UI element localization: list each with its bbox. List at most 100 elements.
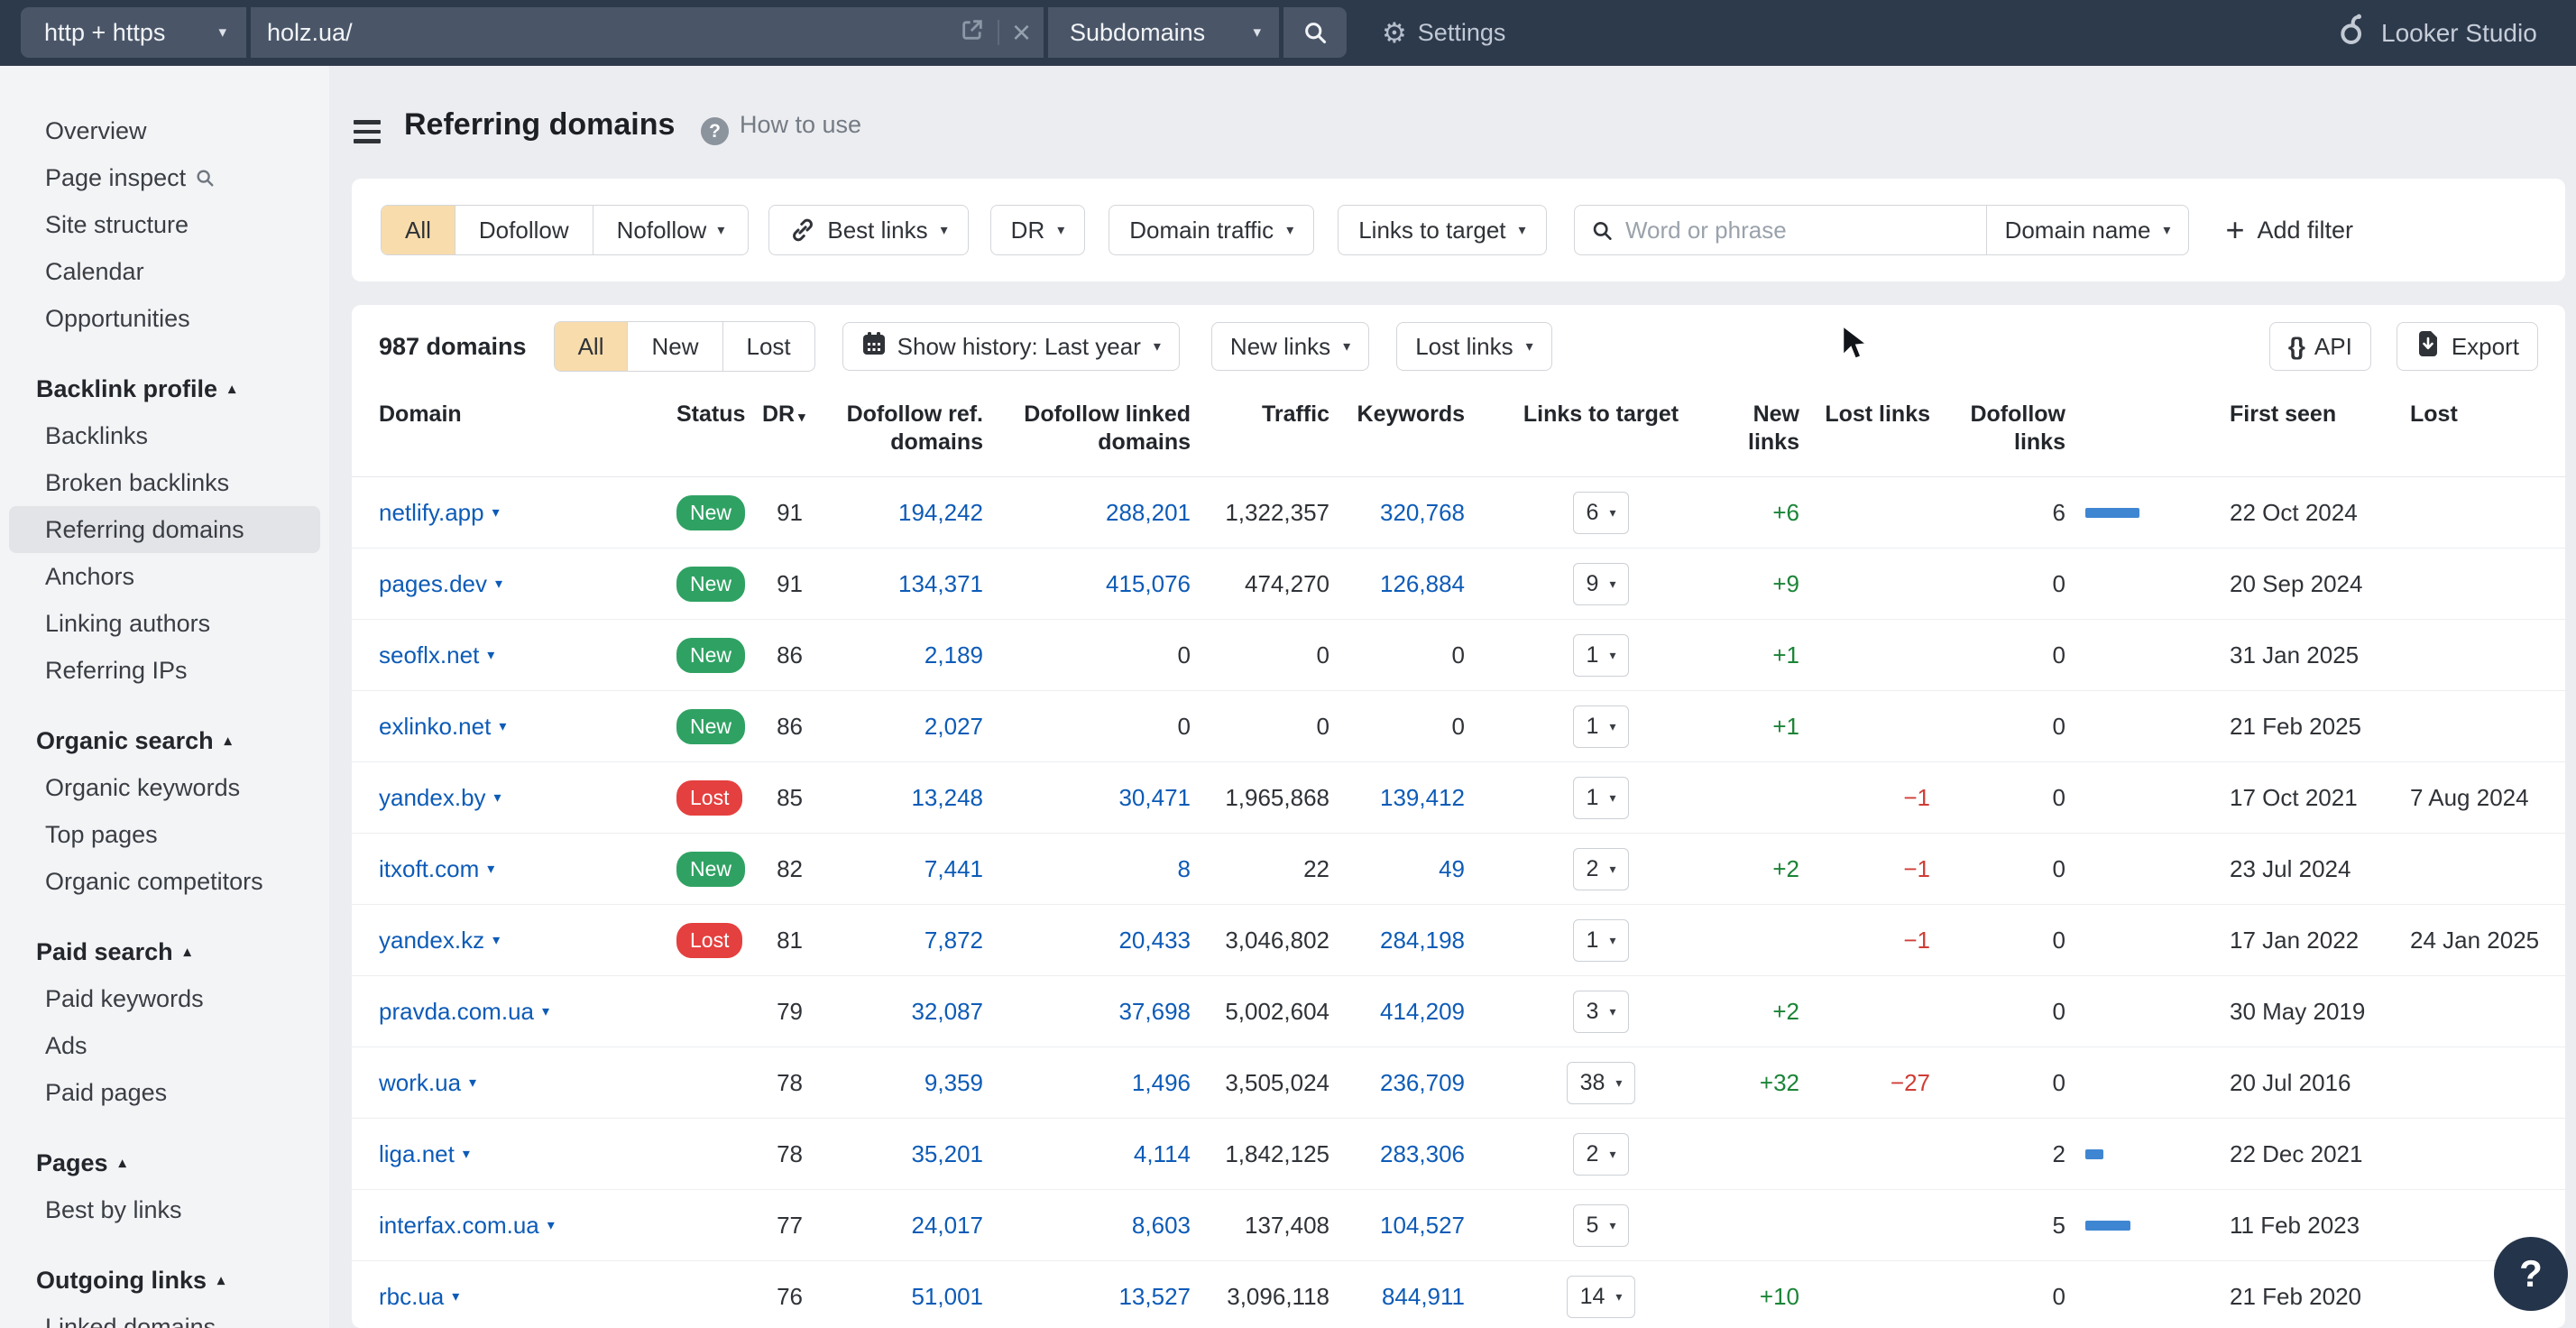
new-links-value[interactable]: +2 <box>1772 998 1799 1025</box>
metric-link[interactable]: 2,027 <box>925 713 983 740</box>
metric-link[interactable]: 32,087 <box>911 998 983 1025</box>
metric-link[interactable]: 49 <box>1439 855 1465 882</box>
sidebar-item-linked-domains[interactable]: Linked domains <box>9 1304 320 1328</box>
search-mode-dropdown[interactable]: Domain name ▾ <box>1986 206 2189 254</box>
sidebar-item-ads[interactable]: Ads <box>9 1022 320 1069</box>
sidebar-item-anchors[interactable]: Anchors <box>9 553 320 600</box>
chevron-down-icon[interactable]: ▾ <box>469 1074 476 1092</box>
chevron-down-icon[interactable]: ▾ <box>492 931 500 949</box>
new-links-value[interactable]: +32 <box>1760 1069 1799 1096</box>
column-header-dr[interactable]: DR▾ <box>762 401 816 431</box>
chevron-down-icon[interactable]: ▾ <box>487 646 494 664</box>
new-links-value[interactable]: +9 <box>1772 570 1799 597</box>
metric-link[interactable]: 4,114 <box>1134 1140 1191 1167</box>
sidebar-item-overview[interactable]: Overview <box>9 107 320 154</box>
target-url-input[interactable]: holz.ua/ × <box>251 7 1044 58</box>
metric-link[interactable]: 139,412 <box>1380 784 1465 811</box>
column-header-dofollow-links[interactable]: Dofollowlinks <box>1948 401 2219 456</box>
column-header-lost-links[interactable]: Lost links <box>1822 401 1948 429</box>
sidebar-item-calendar[interactable]: Calendar <box>9 248 320 295</box>
domain-link[interactable]: yandex.by <box>379 784 486 812</box>
metric-link[interactable]: 236,709 <box>1380 1069 1465 1096</box>
sidebar-item-backlinks[interactable]: Backlinks <box>9 412 320 459</box>
sidebar-item-referring-domains[interactable]: Referring domains <box>9 506 320 553</box>
scope-dropdown[interactable]: Subdomains ▾ <box>1048 7 1279 58</box>
column-header-links-to-target[interactable]: Links to target <box>1470 401 1732 429</box>
metric-link[interactable]: 35,201 <box>911 1140 983 1167</box>
domain-link[interactable]: liga.net <box>379 1140 455 1168</box>
sidebar-item-best-by-links[interactable]: Best by links <box>9 1186 320 1233</box>
links-to-target-filter-button[interactable]: Links to target ▾ <box>1338 205 1546 255</box>
metric-link[interactable]: 9,359 <box>925 1069 983 1096</box>
sidebar-item-paid-pages[interactable]: Paid pages <box>9 1069 320 1116</box>
dr-filter-button[interactable]: DR ▾ <box>990 205 1086 255</box>
open-external-icon[interactable] <box>960 17 985 49</box>
lost-links-dropdown[interactable]: Lost links ▾ <box>1396 322 1551 371</box>
domain-link[interactable]: pravda.com.ua <box>379 998 534 1026</box>
metric-link[interactable]: 13,527 <box>1118 1283 1191 1310</box>
new-links-dropdown[interactable]: New links ▾ <box>1211 322 1369 371</box>
add-filter-button[interactable]: + Add filter <box>2218 205 2360 255</box>
column-header-keywords[interactable]: Keywords <box>1335 401 1470 429</box>
metric-link[interactable]: 284,198 <box>1380 927 1465 954</box>
metric-link[interactable]: 415,076 <box>1106 570 1191 597</box>
column-header-dofollow-ref-domains[interactable]: Dofollow ref.domains <box>816 401 997 456</box>
menu-icon[interactable] <box>354 120 381 149</box>
sidebar-item-top-pages[interactable]: Top pages <box>9 811 320 858</box>
metric-link[interactable]: 126,884 <box>1380 570 1465 597</box>
links-to-target-dropdown[interactable]: 3▾ <box>1573 991 1630 1033</box>
metric-link[interactable]: 13,248 <box>911 784 983 811</box>
protocol-mode-dropdown[interactable]: http + https ▾ <box>21 7 246 58</box>
new-links-value[interactable]: +10 <box>1760 1283 1799 1310</box>
metric-link[interactable]: 844,911 <box>1382 1283 1465 1310</box>
metric-link[interactable]: 283,306 <box>1380 1140 1465 1167</box>
clear-input-icon[interactable]: × <box>1012 16 1031 49</box>
metric-link[interactable]: 30,471 <box>1118 784 1191 811</box>
metric-link[interactable]: 7,441 <box>925 855 983 882</box>
status-segment-all[interactable]: All <box>555 322 628 371</box>
chevron-down-icon[interactable]: ▾ <box>495 575 502 593</box>
sidebar-item-opportunities[interactable]: Opportunities <box>9 295 320 342</box>
chevron-down-icon[interactable]: ▾ <box>452 1287 459 1305</box>
links-to-target-dropdown[interactable]: 14▾ <box>1567 1276 1636 1318</box>
column-header-traffic[interactable]: Traffic <box>1200 401 1335 429</box>
metric-link[interactable]: 194,242 <box>898 499 983 526</box>
links-to-target-dropdown[interactable]: 9▾ <box>1573 563 1630 605</box>
best-links-filter-button[interactable]: Best links ▾ <box>768 205 968 255</box>
sidebar-item-site-structure[interactable]: Site structure <box>9 201 320 248</box>
lost-links-value[interactable]: −1 <box>1903 784 1930 811</box>
column-header-first-seen[interactable]: First seen <box>2219 401 2408 429</box>
links-to-target-dropdown[interactable]: 1▾ <box>1573 777 1630 819</box>
domain-link[interactable]: exlinko.net <box>379 713 491 741</box>
chevron-down-icon[interactable]: ▾ <box>547 1216 555 1234</box>
links-to-target-dropdown[interactable]: 5▾ <box>1573 1204 1630 1247</box>
chevron-down-icon[interactable]: ▾ <box>494 788 501 807</box>
metric-link[interactable]: 414,209 <box>1380 998 1465 1025</box>
metric-link[interactable]: 24,017 <box>911 1212 983 1239</box>
filter-segment-dofollow[interactable]: Dofollow <box>455 206 593 254</box>
metric-link[interactable]: 8 <box>1178 855 1191 882</box>
chevron-down-icon[interactable]: ▾ <box>542 1002 549 1020</box>
chevron-down-icon[interactable]: ▾ <box>487 860 494 878</box>
domain-link[interactable]: itxoft.com <box>379 855 479 883</box>
sidebar-item-organic-competitors[interactable]: Organic competitors <box>9 858 320 905</box>
sidebar-item-organic-keywords[interactable]: Organic keywords <box>9 764 320 811</box>
lost-links-value[interactable]: −1 <box>1903 927 1930 954</box>
sidebar-item-broken-backlinks[interactable]: Broken backlinks <box>9 459 320 506</box>
domain-link[interactable]: pages.dev <box>379 570 487 598</box>
chevron-down-icon[interactable]: ▾ <box>499 717 506 735</box>
metric-link[interactable]: 20,433 <box>1118 927 1191 954</box>
domain-link[interactable]: netlify.app <box>379 499 484 527</box>
metric-link[interactable]: 104,527 <box>1380 1212 1465 1239</box>
word-search-field[interactable] <box>1575 206 1986 254</box>
metric-link[interactable]: 37,698 <box>1118 998 1191 1025</box>
domain-link[interactable]: interfax.com.ua <box>379 1212 539 1240</box>
new-links-value[interactable]: +2 <box>1772 855 1799 882</box>
domain-traffic-filter-button[interactable]: Domain traffic ▾ <box>1109 205 1314 255</box>
column-header-lost[interactable]: Lost <box>2408 401 2565 429</box>
domain-link[interactable]: seoflx.net <box>379 641 479 669</box>
filter-segment-all[interactable]: All <box>382 206 455 254</box>
show-history-dropdown[interactable]: Show history: Last year ▾ <box>842 322 1180 371</box>
export-button[interactable]: Export <box>2397 322 2538 371</box>
links-to-target-dropdown[interactable]: 2▾ <box>1573 848 1630 890</box>
